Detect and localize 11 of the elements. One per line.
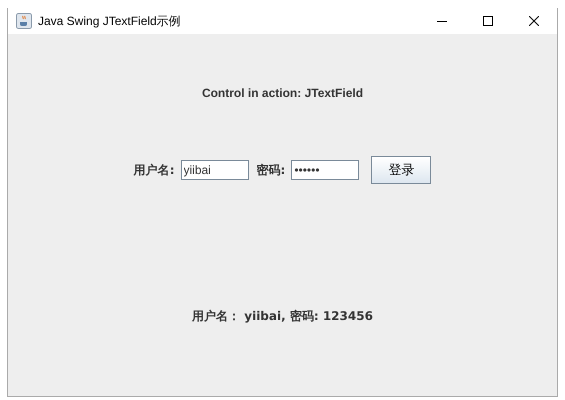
login-button[interactable]: 登录 (371, 156, 432, 184)
cup-icon (16, 13, 32, 29)
status-text: 用户名： yiibai, 密码: 123456 (192, 308, 373, 325)
password-label: 密码: (256, 162, 286, 178)
password-field[interactable]: •••••• (291, 160, 360, 180)
username-field[interactable]: yiibai (180, 160, 248, 180)
window-title: Java Swing JTextField示例 (38, 12, 182, 30)
username-label: 用户名: (134, 162, 174, 178)
maximize-icon (483, 16, 493, 26)
close-icon (529, 16, 539, 26)
heading: Control in action: JTextField (202, 86, 364, 100)
